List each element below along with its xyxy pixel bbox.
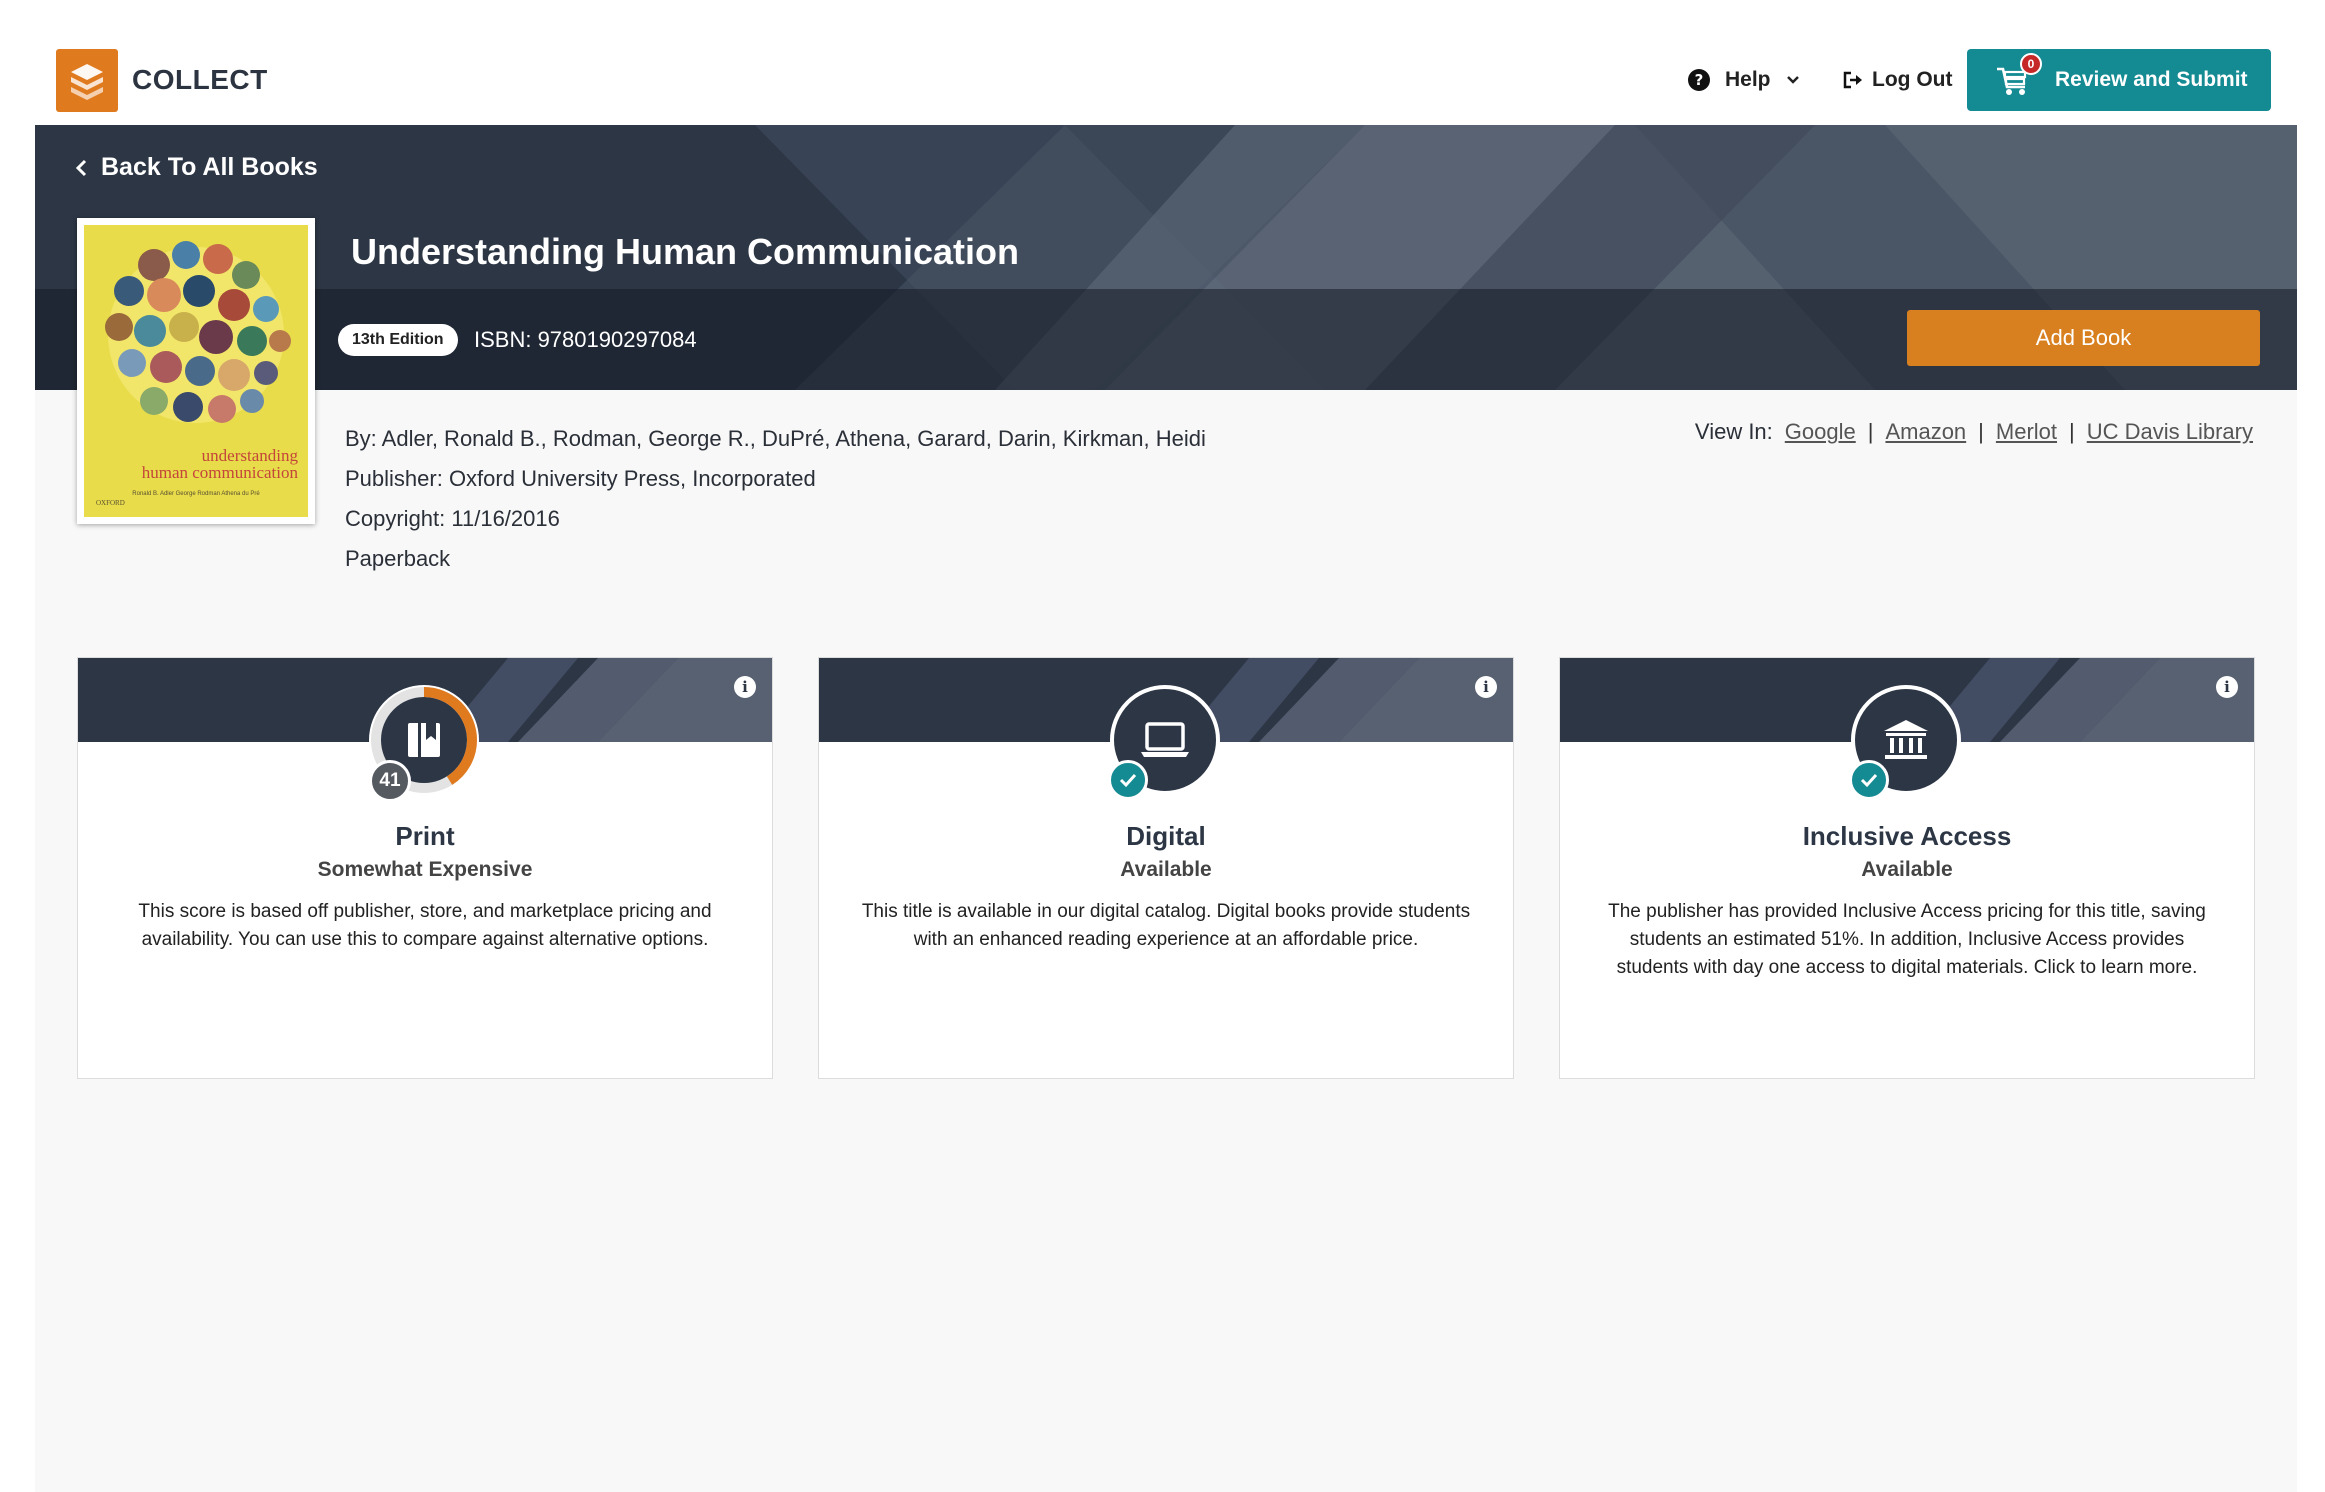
card-title: Inclusive Access [1802, 821, 2012, 851]
card-status: Available [1120, 858, 1212, 881]
back-to-all-books-link[interactable]: Back To All Books [75, 153, 318, 182]
add-book-button[interactable]: Add Book [1907, 310, 2260, 366]
publisher-line: Publisher: Oxford University Press, Inco… [345, 466, 816, 491]
edition-badge: 13th Edition [338, 324, 458, 356]
info-icon[interactable]: i [2216, 676, 2238, 698]
card-description: This score is based off publisher, store… [138, 901, 712, 950]
chevron-left-icon [75, 159, 87, 176]
format-line: Paperback [345, 546, 451, 571]
book-cover: understanding human communication Ronald… [77, 218, 315, 524]
cover-title-line2: human communication [141, 463, 298, 482]
collect-logo-icon[interactable] [56, 49, 118, 112]
book-title: Understanding Human Communication [351, 231, 1020, 272]
cover-title-text: understanding human communication [142, 447, 298, 481]
card-title: Print [395, 821, 455, 851]
copyright-line: Copyright: 11/16/2016 [345, 506, 560, 531]
check-icon [1849, 760, 1889, 800]
cart-icon: 0 [1995, 53, 2042, 97]
view-in-label: View In: [1694, 419, 1773, 444]
cover-title-line1: understanding [201, 446, 298, 465]
laptop-icon [1141, 722, 1189, 757]
separator: | [1978, 419, 1984, 444]
info-icon[interactable]: i [734, 676, 756, 698]
authors-line: By: Adler, Ronald B., Rodman, George R.,… [345, 426, 1206, 451]
inclusive-access-card[interactable]: i Inclusive Access Available The publish… [1559, 657, 2255, 1079]
review-submit-label: Review and Submit [2055, 68, 2248, 91]
svg-text:?: ? [1695, 71, 1704, 89]
institution-icon [1884, 720, 1928, 759]
cover-publisher-mark: OXFORD [96, 499, 125, 507]
help-menu[interactable]: ? Help [1687, 68, 1801, 92]
score-badge: 41 [369, 760, 411, 802]
amazon-link[interactable]: Amazon [1885, 419, 1966, 445]
cover-artwork: understanding human communication Ronald… [84, 225, 308, 517]
check-icon [1108, 760, 1148, 800]
card-description: This title is available in our digital c… [861, 901, 1471, 950]
help-label: Help [1725, 68, 1771, 91]
logout-label: Log Out [1872, 68, 1953, 91]
google-link[interactable]: Google [1785, 419, 1856, 445]
book-metadata: By: Adler, Ronald B., Rodman, George R.,… [345, 419, 1206, 579]
digital-card[interactable]: i Digital Available This title is availa… [818, 657, 1514, 1079]
card-title: Digital [1126, 821, 1206, 851]
separator: | [2069, 419, 2075, 444]
review-submit-button[interactable]: 0 Review and Submit [1967, 49, 2271, 111]
card-status: Somewhat Expensive [317, 858, 533, 881]
print-card[interactable]: i 41 Print Somewhat Expensive This score… [77, 657, 773, 1079]
info-icon[interactable]: i [1475, 676, 1497, 698]
back-label: Back To All Books [101, 153, 318, 181]
isbn-text: ISBN: 9780190297084 [474, 327, 697, 352]
separator: | [1867, 419, 1874, 444]
logout-button[interactable]: Log Out [1842, 68, 1952, 92]
question-circle-icon: ? [1688, 69, 1710, 91]
book-hero-banner: Back To All Books Understanding Human Co… [35, 125, 2297, 390]
chevron-down-icon [1786, 76, 1799, 84]
merlot-link[interactable]: Merlot [1996, 419, 2057, 445]
sign-out-icon [1843, 71, 1862, 89]
uc-davis-library-link[interactable]: UC Davis Library [2087, 419, 2253, 445]
view-in-links: View In: Google | Amazon | Merlot | UC D… [1695, 419, 2253, 445]
card-status: Available [1861, 858, 1953, 881]
card-description: The publisher has provided Inclusive Acc… [1608, 901, 2206, 978]
book-icon [408, 723, 440, 757]
cover-authors: Ronald B. Adler George Rodman Athena du … [132, 491, 260, 497]
top-header: COLLECT ? Help Log Out 0 Review and Subm… [0, 0, 2325, 125]
app-name[interactable]: COLLECT [132, 64, 268, 96]
cart-count-badge: 0 [2020, 53, 2042, 75]
